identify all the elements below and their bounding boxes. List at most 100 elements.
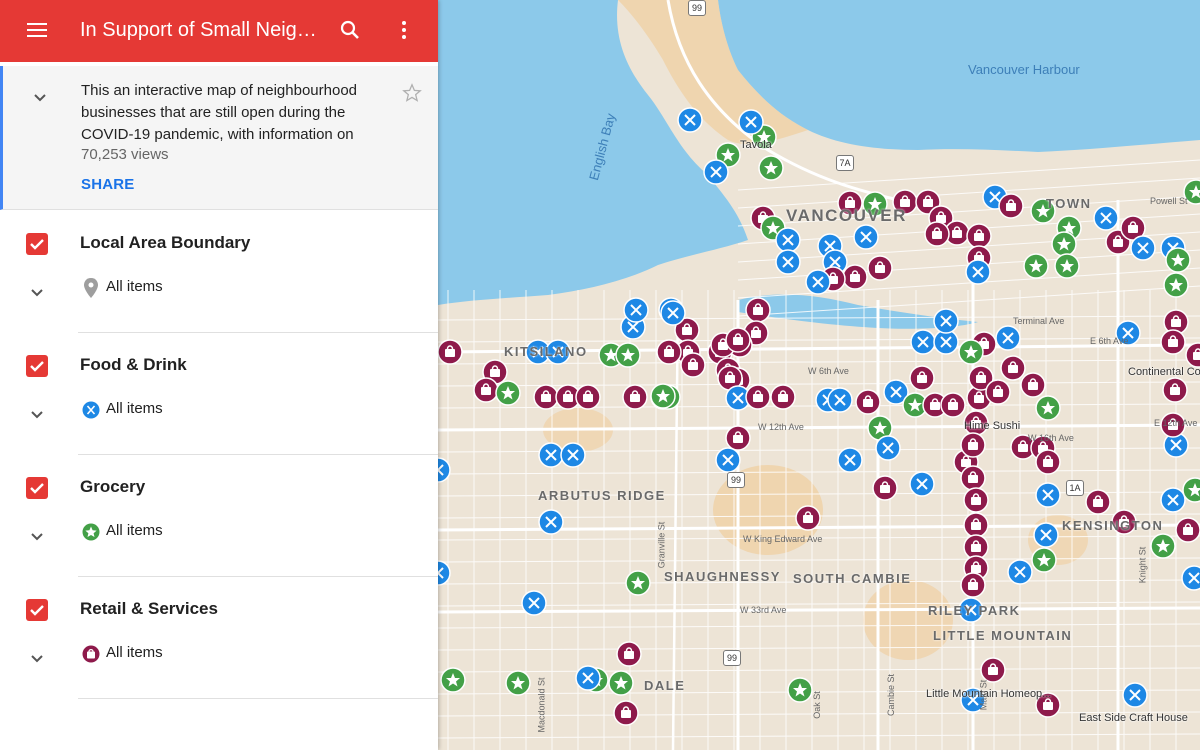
food-drink-marker[interactable] [909,471,935,497]
retail-marker[interactable] [745,297,771,323]
place-label[interactable]: Little Mountain Homeop... [926,688,1051,700]
place-label[interactable]: East Side Craft House [1079,712,1188,724]
food-drink-marker[interactable] [575,665,601,691]
food-drink-marker[interactable] [1130,235,1156,261]
chevron-down-icon[interactable] [26,403,48,425]
grocery-marker[interactable] [1035,395,1061,421]
layer-all-items[interactable]: All items [106,644,163,661]
retail-marker[interactable] [438,339,463,365]
retail-marker[interactable] [1175,517,1200,543]
grocery-marker[interactable] [758,155,784,181]
layer-checkbox[interactable] [26,355,48,377]
food-drink-marker[interactable] [1007,559,1033,585]
food-drink-marker[interactable] [827,387,853,413]
retail-marker[interactable] [725,425,751,451]
hamburger-icon[interactable] [24,20,50,42]
retail-marker[interactable] [616,641,642,667]
retail-marker[interactable] [1085,489,1111,515]
retail-marker[interactable] [985,379,1011,405]
retail-marker[interactable] [725,327,751,353]
food-drink-marker[interactable] [837,447,863,473]
grocery-marker[interactable] [1165,247,1191,273]
chevron-down-icon[interactable] [26,647,48,669]
retail-marker[interactable] [575,384,601,410]
retail-marker[interactable] [613,700,639,726]
retail-marker[interactable] [770,384,796,410]
food-drink-marker[interactable] [560,442,586,468]
layer-checkbox[interactable] [26,477,48,499]
grocery-marker[interactable] [1182,477,1200,503]
retail-marker[interactable] [842,264,868,290]
grocery-marker[interactable] [1051,231,1077,257]
retail-marker[interactable] [966,223,992,249]
retail-marker[interactable] [745,384,771,410]
grocery-marker[interactable] [787,677,813,703]
more-vert-icon[interactable] [392,18,416,42]
retail-marker[interactable] [867,255,893,281]
grocery-marker[interactable] [1031,547,1057,573]
grocery-marker[interactable] [608,670,634,696]
food-drink-marker[interactable] [703,159,729,185]
food-drink-marker[interactable] [538,509,564,535]
grocery-marker[interactable] [625,570,651,596]
grocery-marker[interactable] [1163,272,1189,298]
layer-all-items[interactable]: All items [106,522,163,539]
retail-marker[interactable] [533,384,559,410]
chevron-down-icon[interactable] [29,86,51,108]
retail-marker[interactable] [960,465,986,491]
place-label[interactable]: Continental Coffee [1128,366,1200,378]
food-drink-marker[interactable] [715,447,741,473]
search-icon[interactable] [338,18,362,42]
star-outline-icon[interactable] [401,82,423,104]
food-drink-marker[interactable] [1181,565,1200,591]
layer-checkbox[interactable] [26,233,48,255]
chevron-down-icon[interactable] [26,525,48,547]
layer-all-items[interactable]: All items [106,278,163,295]
food-drink-marker[interactable] [623,297,649,323]
chevron-down-icon[interactable] [26,281,48,303]
food-drink-marker[interactable] [933,308,959,334]
retail-marker[interactable] [656,339,682,365]
retail-marker[interactable] [680,352,706,378]
grocery-marker[interactable] [615,342,641,368]
retail-marker[interactable] [909,365,935,391]
food-drink-marker[interactable] [775,249,801,275]
retail-marker[interactable] [963,512,989,538]
retail-marker[interactable] [924,221,950,247]
retail-marker[interactable] [795,505,821,531]
grocery-marker[interactable] [958,339,984,365]
food-drink-marker[interactable] [853,224,879,250]
food-drink-marker[interactable] [1160,487,1186,513]
retail-marker[interactable] [855,389,881,415]
layer-checkbox[interactable] [26,599,48,621]
place-label[interactable]: Tavola [740,139,772,151]
food-drink-marker[interactable] [677,107,703,133]
retail-marker[interactable] [940,392,966,418]
food-drink-marker[interactable] [910,329,936,355]
retail-marker[interactable] [1162,377,1188,403]
food-drink-marker[interactable] [660,300,686,326]
food-drink-marker[interactable] [1093,205,1119,231]
layer-all-items[interactable]: All items [106,400,163,417]
retail-marker[interactable] [1000,355,1026,381]
retail-marker[interactable] [998,193,1024,219]
grocery-marker[interactable] [1150,533,1176,559]
grocery-marker[interactable] [440,667,466,693]
grocery-marker[interactable] [1054,253,1080,279]
retail-marker[interactable] [872,475,898,501]
grocery-marker[interactable] [505,670,531,696]
retail-marker[interactable] [960,432,986,458]
retail-marker[interactable] [622,384,648,410]
food-drink-marker[interactable] [538,442,564,468]
food-drink-marker[interactable] [995,325,1021,351]
food-drink-marker[interactable] [1035,482,1061,508]
food-drink-marker[interactable] [775,227,801,253]
grocery-marker[interactable] [1023,253,1049,279]
food-drink-marker[interactable] [965,259,991,285]
place-label[interactable]: Hime Sushi [964,420,1020,432]
retail-marker[interactable] [1035,449,1061,475]
food-drink-marker[interactable] [738,109,764,135]
food-drink-marker[interactable] [805,269,831,295]
share-button[interactable]: SHARE [81,176,135,193]
retail-marker[interactable] [1020,372,1046,398]
